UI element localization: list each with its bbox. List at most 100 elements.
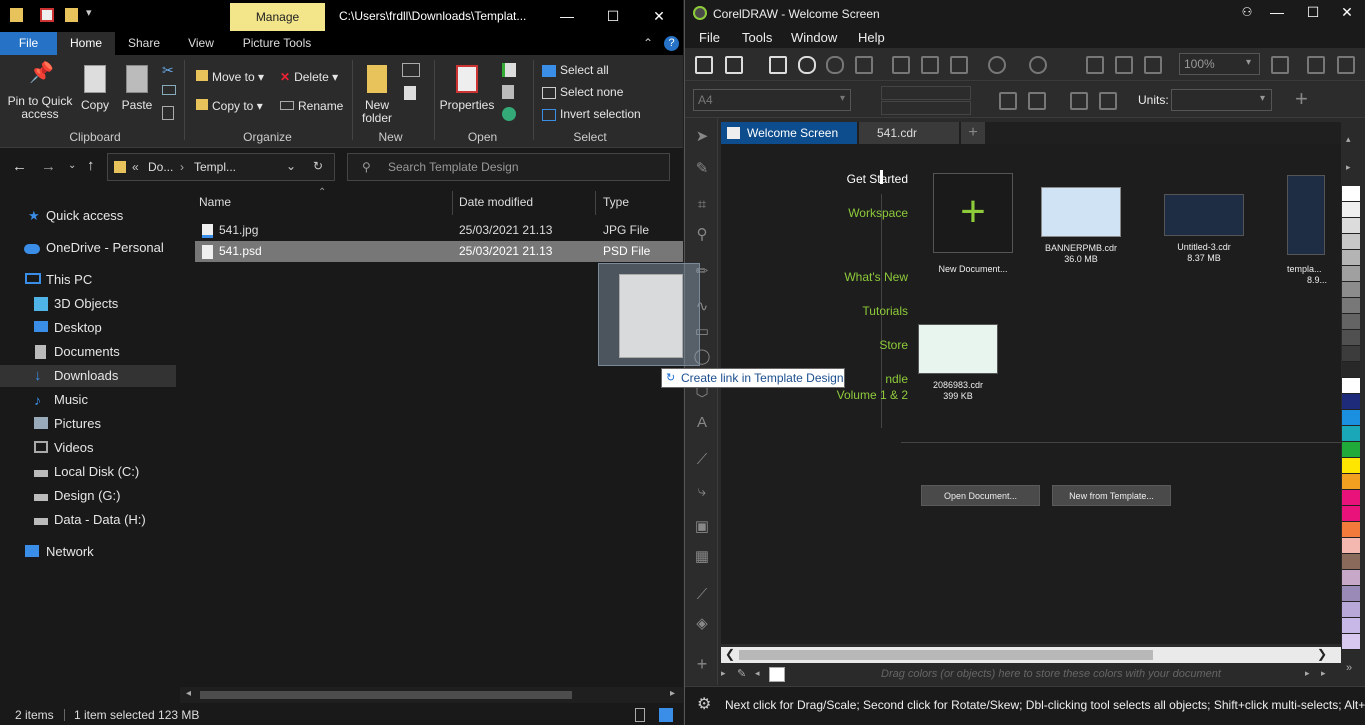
color-swatch[interactable]	[1342, 506, 1360, 522]
tab-share[interactable]: Share	[120, 32, 168, 55]
welcome-nav-whats-new[interactable]: What's New	[844, 270, 908, 284]
palette-up-icon[interactable]: ▴	[1346, 134, 1351, 145]
properties-quick-icon[interactable]	[40, 8, 54, 22]
import-icon[interactable]	[1086, 56, 1104, 74]
cloud-upload-icon[interactable]	[826, 56, 844, 74]
edit-icon[interactable]	[502, 85, 514, 99]
landscape-icon[interactable]	[1028, 92, 1046, 110]
address-dropdown-icon[interactable]: ⌄	[286, 159, 296, 173]
scrollbar-thumb[interactable]	[739, 650, 1153, 660]
minimize-icon[interactable]: —	[557, 8, 577, 24]
nav-3d-objects[interactable]: 3D Objects	[0, 293, 176, 315]
open-folder-icon[interactable]	[725, 56, 743, 74]
close-icon[interactable]: ✕	[649, 8, 669, 25]
open-icon[interactable]	[502, 63, 516, 77]
paste-icon[interactable]	[950, 56, 968, 74]
maximize-icon[interactable]: ☐	[603, 8, 623, 25]
units-select[interactable]: ▾	[1171, 89, 1272, 111]
color-swatch[interactable]	[1342, 186, 1360, 202]
scroll-right-icon[interactable]: ❯	[1317, 647, 1327, 661]
refresh-icon[interactable]: ↻	[313, 159, 323, 173]
zoom-dropdown-icon[interactable]: ▾	[1246, 57, 1251, 68]
welcome-nav-get-started[interactable]: Get Started	[847, 172, 908, 186]
collapse-ribbon-icon[interactable]: ⌃	[643, 36, 653, 50]
move-to-button[interactable]: Move to ▾	[196, 70, 264, 84]
tab-file[interactable]: File	[0, 32, 57, 55]
file-row-selected[interactable]: 541.psd 25/03/2021 21.13 PSD File	[195, 241, 683, 262]
rename-button[interactable]: Rename	[280, 99, 343, 113]
menu-file[interactable]: File	[699, 30, 720, 45]
copy-button[interactable]: Copy	[78, 65, 112, 112]
color-swatch[interactable]	[1342, 426, 1360, 442]
column-divider[interactable]	[595, 191, 596, 215]
tab-home[interactable]: Home	[57, 32, 115, 55]
zoom-tool-icon[interactable]: ⚲	[693, 226, 711, 244]
redo-icon[interactable]	[1029, 56, 1047, 74]
nav-local-disk-c[interactable]: Local Disk (C:)	[0, 461, 176, 483]
page-width-field[interactable]	[881, 86, 971, 100]
breadcrumb-template[interactable]: Templ...	[194, 160, 236, 174]
welcome-nav-tutorials[interactable]: Tutorials	[862, 304, 908, 318]
options-icon[interactable]	[1337, 56, 1355, 74]
large-icons-view-icon[interactable]	[659, 708, 673, 722]
menu-help[interactable]: Help	[858, 30, 885, 45]
delete-button[interactable]: ✕ Delete ▾	[280, 70, 338, 84]
palette-scroll-left-icon[interactable]: ◂	[755, 668, 760, 679]
color-swatch[interactable]	[1342, 218, 1360, 234]
full-screen-icon[interactable]	[1271, 56, 1289, 74]
corel-title-bar[interactable]: CorelDRAW - Welcome Screen ⚇ — ☐ ✕	[685, 0, 1365, 26]
invert-selection-button[interactable]: Invert selection	[542, 107, 641, 121]
snap-to-icon[interactable]	[1307, 56, 1325, 74]
minimize-icon[interactable]: —	[1267, 4, 1287, 20]
tab-welcome-screen[interactable]: Welcome Screen	[721, 122, 857, 144]
scissors-icon[interactable]: ✂	[162, 62, 174, 79]
maximize-icon[interactable]: ☐	[1303, 4, 1323, 21]
select-all-button[interactable]: Select all	[542, 63, 609, 77]
page-size-select[interactable]: A4 ▾	[693, 89, 851, 111]
welcome-nav-bundle-volume[interactable]: Volume 1 & 2	[837, 388, 908, 402]
color-swatch[interactable]	[1342, 490, 1360, 506]
eyedropper-icon[interactable]: ⟋	[693, 586, 711, 604]
copy-to-button[interactable]: Copy to ▾	[196, 99, 263, 113]
nav-quick-access[interactable]: ★ Quick access	[0, 205, 176, 227]
color-swatch[interactable]	[1342, 298, 1360, 314]
welcome-nav-workspace[interactable]: Workspace	[848, 206, 908, 220]
crop-tool-icon[interactable]: ⌗	[693, 196, 711, 214]
current-page-icon[interactable]	[1099, 92, 1117, 110]
welcome-horizontal-scrollbar[interactable]: ❮ ❯	[721, 647, 1341, 663]
nav-this-pc[interactable]: This PC	[0, 269, 176, 291]
close-icon[interactable]: ✕	[1337, 4, 1357, 21]
color-swatch[interactable]	[1342, 618, 1360, 634]
horizontal-scrollbar[interactable]: ◂ ▸	[180, 687, 683, 703]
zoom-level-field[interactable]: 100% ▾	[1179, 53, 1260, 75]
color-swatch[interactable]	[1342, 314, 1360, 330]
customize-quick-access-icon[interactable]: ▾	[86, 6, 92, 19]
history-icon[interactable]	[502, 107, 516, 121]
units-dropdown-icon[interactable]: ▾	[1260, 93, 1265, 104]
color-swatch[interactable]	[1342, 378, 1360, 394]
undo-icon[interactable]	[988, 56, 1006, 74]
tab-picture-tools[interactable]: Picture Tools	[232, 32, 322, 55]
save-icon[interactable]	[769, 56, 787, 74]
color-swatch[interactable]	[1342, 346, 1360, 362]
explorer-title-bar[interactable]: ▾ Manage C:\Users\frdll\Downloads\Templa…	[0, 0, 683, 32]
nav-pictures[interactable]: Pictures	[0, 413, 176, 435]
select-none-button[interactable]: Select none	[542, 85, 623, 99]
nav-music[interactable]: ♪ Music	[0, 389, 176, 411]
new-folder-button[interactable]: New folder	[356, 65, 398, 125]
open-document-button[interactable]: Open Document...	[921, 485, 1040, 506]
recent-file-tile[interactable]: BANNERPMB.cdr 36.0 MB	[1041, 187, 1121, 265]
color-swatch[interactable]	[1342, 394, 1360, 410]
breadcrumb-overflow[interactable]: «	[132, 160, 139, 174]
help-icon[interactable]: ?	[664, 36, 679, 51]
nav-data-h[interactable]: Data - Data (H:)	[0, 509, 176, 531]
tab-541-cdr[interactable]: 541.cdr	[859, 122, 959, 144]
all-pages-icon[interactable]	[1070, 92, 1088, 110]
new-tab-button[interactable]: +	[961, 122, 985, 144]
breadcrumb-downloads[interactable]: Do...	[148, 160, 173, 174]
menu-tools[interactable]: Tools	[742, 30, 772, 45]
color-swatch[interactable]	[1342, 522, 1360, 538]
color-swatch[interactable]	[1342, 474, 1360, 490]
nav-onedrive[interactable]: OneDrive - Personal	[0, 237, 176, 259]
color-swatch[interactable]	[1342, 602, 1360, 618]
